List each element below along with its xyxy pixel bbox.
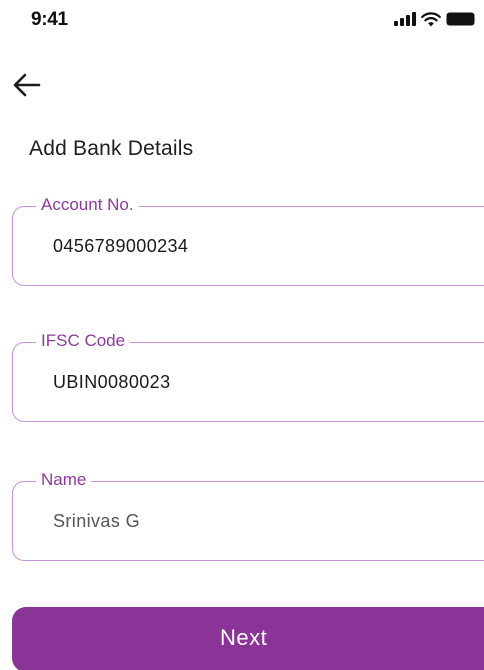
account-number-label: Account No.: [36, 194, 139, 216]
back-button[interactable]: [12, 72, 48, 100]
account-number-field[interactable]: Account No. 0456789000234: [12, 194, 484, 286]
wifi-icon: [421, 11, 441, 26]
ifsc-code-field[interactable]: IFSC Code UBIN0080023: [12, 330, 484, 422]
arrow-left-icon: [13, 73, 41, 97]
add-bank-details-screen: 9:41 Add Bank Details Account No. 045678…: [0, 0, 484, 670]
ifsc-code-label: IFSC Code: [36, 330, 131, 352]
next-button-label: Next: [220, 625, 268, 650]
name-field[interactable]: Name Srinivas G: [12, 469, 484, 561]
account-number-value[interactable]: 0456789000234: [53, 236, 188, 257]
cellular-signal-icon: [394, 12, 416, 26]
next-button[interactable]: Next: [12, 607, 484, 670]
ifsc-code-value[interactable]: UBIN0080023: [53, 372, 170, 393]
name-label: Name: [36, 469, 92, 491]
status-time: 9:41: [31, 9, 68, 30]
battery-icon: [446, 12, 475, 26]
status-bar: 9:41: [0, 0, 484, 44]
name-value[interactable]: Srinivas G: [53, 511, 140, 532]
status-icons: [394, 9, 476, 29]
page-title: Add Bank Details: [29, 137, 194, 160]
